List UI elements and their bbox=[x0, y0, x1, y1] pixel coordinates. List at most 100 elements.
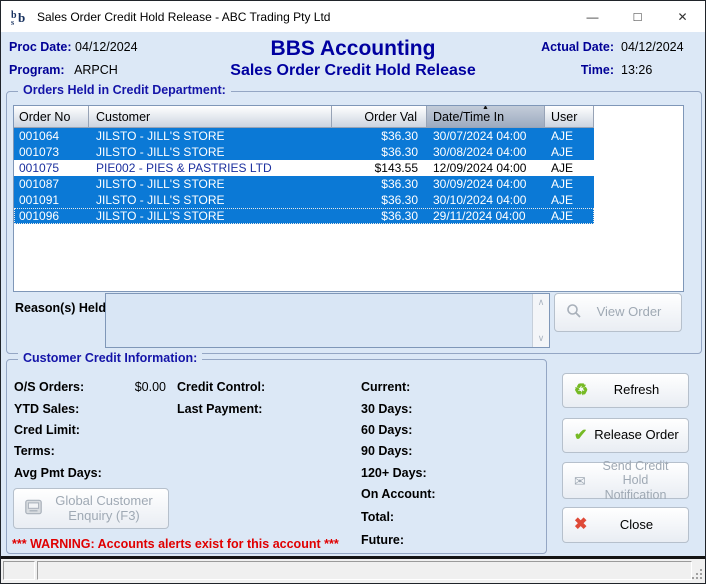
proc-date-field: Proc Date: 04/12/2024 bbox=[9, 40, 138, 54]
svg-text:s: s bbox=[11, 18, 14, 26]
program-value: ARPCH bbox=[74, 63, 118, 77]
cell-customer: JILSTO - JILL'S STORE bbox=[89, 128, 332, 144]
time-label: Time: bbox=[541, 63, 614, 77]
maximize-button[interactable]: □ bbox=[615, 1, 660, 32]
reasons-held-textarea[interactable]: ∧ ∨ bbox=[105, 293, 550, 348]
release-order-button[interactable]: ✔ Release Order bbox=[562, 418, 689, 453]
envelope-icon: ✉ bbox=[574, 473, 586, 489]
reasons-held-label: Reason(s) Held: bbox=[15, 301, 110, 315]
title-bar: b s b Sales Order Credit Hold Release - … bbox=[1, 1, 705, 32]
svg-text:b: b bbox=[18, 10, 25, 25]
status-bar bbox=[1, 559, 705, 583]
cell-date-time-in: 30/09/2024 04:00 bbox=[427, 176, 545, 192]
cell-user: AJE bbox=[545, 192, 594, 208]
column-header-order-no[interactable]: Order No bbox=[14, 106, 89, 128]
cell-order-no: 001096 bbox=[14, 208, 89, 224]
global-customer-enquiry-button[interactable]: Global Customer Enquiry (F3) bbox=[13, 488, 169, 529]
minimize-button[interactable]: — bbox=[570, 1, 615, 32]
order-row[interactable]: 001073 JILSTO - JILL'S STORE $36.30 30/0… bbox=[14, 144, 594, 160]
total-label: Total: bbox=[361, 510, 394, 524]
order-row[interactable]: 001096 JILSTO - JILL'S STORE $36.30 29/1… bbox=[14, 208, 594, 224]
terms-label: Terms: bbox=[14, 444, 55, 458]
proc-date-value: 04/12/2024 bbox=[75, 40, 138, 54]
cell-customer: JILSTO - JILL'S STORE bbox=[89, 192, 332, 208]
column-header-date-time-in-label: Date/Time In bbox=[433, 110, 504, 124]
90-days-label: 90 Days: bbox=[361, 444, 412, 458]
sort-ascending-icon: ▲ bbox=[482, 105, 489, 113]
cell-order-val: $36.30 bbox=[332, 208, 427, 224]
refresh-button[interactable]: ♻ Refresh bbox=[562, 373, 689, 408]
status-panel-main bbox=[37, 561, 692, 580]
program-field: Program: ARPCH bbox=[9, 63, 118, 77]
app-window: b s b Sales Order Credit Hold Release - … bbox=[0, 0, 706, 584]
cell-order-no: 001064 bbox=[14, 128, 89, 144]
column-header-date-time-in[interactable]: ▲ Date/Time In bbox=[427, 106, 545, 128]
checkmark-icon: ✔ bbox=[574, 428, 587, 444]
send-credit-hold-notification-button[interactable]: ✉ Send Credit Hold Notification bbox=[562, 462, 689, 499]
last-payment-label: Last Payment: bbox=[177, 402, 262, 416]
cell-date-time-in: 30/07/2024 04:00 bbox=[427, 128, 545, 144]
cell-order-no: 001091 bbox=[14, 192, 89, 208]
reasons-scrollbar[interactable]: ∧ ∨ bbox=[532, 294, 549, 347]
actual-date-value: 04/12/2024 bbox=[621, 40, 697, 54]
view-order-button[interactable]: View Order bbox=[554, 293, 682, 332]
cell-user: AJE bbox=[545, 144, 594, 160]
magnifier-icon bbox=[566, 303, 582, 323]
cell-order-val: $36.30 bbox=[332, 176, 427, 192]
column-header-order-val[interactable]: Order Val bbox=[332, 106, 427, 128]
window-title: Sales Order Credit Hold Release - ABC Tr… bbox=[37, 10, 330, 24]
cell-user: AJE bbox=[545, 208, 594, 224]
cell-order-no: 001073 bbox=[14, 144, 89, 160]
order-row[interactable]: 001064 JILSTO - JILL'S STORE $36.30 30/0… bbox=[14, 128, 594, 144]
actual-date-label: Actual Date: bbox=[541, 40, 614, 54]
refresh-recycle-icon: ♻ bbox=[574, 383, 588, 399]
program-label: Program: bbox=[9, 63, 65, 77]
order-row[interactable]: 001075 PIE002 - PIES & PASTRIES LTD $143… bbox=[14, 160, 683, 176]
enquiry-terminal-icon bbox=[25, 499, 42, 518]
cell-date-time-in: 12/09/2024 04:00 bbox=[427, 160, 545, 176]
column-header-customer[interactable]: Customer bbox=[89, 106, 332, 128]
cell-date-time-in: 30/08/2024 04:00 bbox=[427, 144, 545, 160]
credit-control-label: Credit Control: bbox=[177, 380, 265, 394]
grid-header: Order No Customer Order Val ▲ Date/Time … bbox=[14, 106, 683, 128]
time-value: 13:26 bbox=[621, 63, 697, 77]
scroll-up-icon[interactable]: ∧ bbox=[533, 297, 549, 308]
current-label: Current: bbox=[361, 380, 410, 394]
scroll-down-icon[interactable]: ∨ bbox=[533, 333, 549, 344]
cell-order-val: $36.30 bbox=[332, 128, 427, 144]
order-row[interactable]: 001087 JILSTO - JILL'S STORE $36.30 30/0… bbox=[14, 176, 594, 192]
actual-date-time: Actual Date: 04/12/2024 Time: 13:26 bbox=[541, 40, 697, 77]
cell-customer: JILSTO - JILL'S STORE bbox=[89, 176, 332, 192]
cell-customer: JILSTO - JILL'S STORE bbox=[89, 144, 332, 160]
cell-order-no: 001075 bbox=[14, 160, 89, 176]
os-orders-label: O/S Orders: bbox=[14, 380, 84, 394]
cred-limit-label: Cred Limit: bbox=[14, 423, 80, 437]
cell-date-time-in: 29/11/2024 04:00 bbox=[427, 208, 545, 224]
screen-title: Sales Order Credit Hold Release bbox=[161, 62, 545, 80]
cell-customer: JILSTO - JILL'S STORE bbox=[89, 208, 332, 224]
cell-user: AJE bbox=[545, 160, 594, 176]
30-days-label: 30 Days: bbox=[361, 402, 412, 416]
close-button[interactable]: ✖ Close bbox=[562, 507, 689, 543]
on-account-label: On Account: bbox=[361, 487, 436, 501]
order-row[interactable]: 001091 JILSTO - JILL'S STORE $36.30 30/1… bbox=[14, 192, 594, 208]
cell-order-no: 001087 bbox=[14, 176, 89, 192]
120-days-label: 120+ Days: bbox=[361, 466, 427, 480]
orders-grid: Order No Customer Order Val ▲ Date/Time … bbox=[13, 105, 684, 292]
close-x-icon: ✖ bbox=[574, 517, 587, 533]
close-window-button[interactable]: ✕ bbox=[660, 1, 705, 32]
os-orders-value: $0.00 bbox=[91, 380, 166, 394]
cell-order-val: $143.55 bbox=[332, 160, 427, 176]
resize-grip[interactable] bbox=[691, 568, 703, 580]
bbs-logo-icon: b s b bbox=[10, 8, 30, 26]
column-header-user[interactable]: User bbox=[545, 106, 594, 128]
avg-pmt-days-label: Avg Pmt Days: bbox=[14, 466, 102, 480]
cell-order-val: $36.30 bbox=[332, 144, 427, 160]
account-alert-warning: *** WARNING: Accounts alerts exist for t… bbox=[12, 537, 339, 551]
cell-customer: PIE002 - PIES & PASTRIES LTD bbox=[89, 160, 332, 176]
cell-date-time-in: 30/10/2024 04:00 bbox=[427, 192, 545, 208]
ytd-sales-label: YTD Sales: bbox=[14, 402, 79, 416]
cell-user: AJE bbox=[545, 128, 594, 144]
60-days-label: 60 Days: bbox=[361, 423, 412, 437]
status-panel-left bbox=[3, 561, 35, 580]
